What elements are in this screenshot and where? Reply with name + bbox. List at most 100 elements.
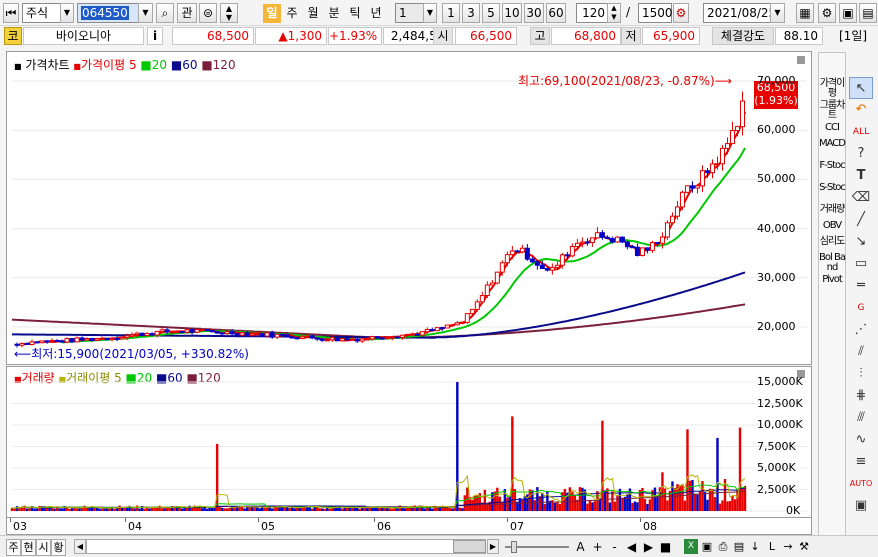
candle-body [149,333,155,336]
excel-icon[interactable]: X [684,539,698,554]
bottom-control[interactable]: - [607,539,622,556]
bottom-tab[interactable]: 현 [21,539,36,556]
indicator-item[interactable]: CCI [819,123,845,133]
indicator-item[interactable]: 가격이평 [819,79,846,99]
open-label: 시 [433,27,453,45]
text-icon[interactable]: T [849,165,873,187]
cursor-icon[interactable]: ↖ [849,77,873,99]
updown-spinner[interactable]: ▲ ▼ [220,3,238,23]
period-month[interactable]: 월 [304,4,322,23]
period-tick[interactable]: 틱 [346,4,364,23]
minute-5-button[interactable]: 5 [482,3,500,23]
count-spinner[interactable]: ▲ ▼ [607,3,621,23]
eraser-icon[interactable]: ⌫ [849,187,873,209]
info-button[interactable]: i [147,27,163,45]
indicator-item[interactable]: 그룹차트 [819,101,846,121]
print-icon[interactable]: ⎙ [716,539,730,554]
bottom-control[interactable]: ◀ [624,539,639,556]
horizontal-scrollbar[interactable] [86,539,486,554]
level-icon[interactable]: ≡ [849,451,873,473]
bottom-control[interactable]: ▶ [641,539,656,556]
refresh-icon[interactable]: ⊜ [199,3,217,23]
volume-bar [646,503,649,511]
save-icon[interactable]: ▣ [839,3,857,23]
cycle-icon[interactable]: ⋕ [849,385,873,407]
screen-icon[interactable]: ▤ [732,539,746,554]
settings-gear-icon[interactable]: ⚙ [673,3,689,23]
period-minute[interactable]: 분 [325,4,343,23]
candle-body [684,185,690,193]
minute-3-button[interactable]: 3 [462,3,480,23]
window-icon[interactable]: ▣ [849,495,873,517]
fibonacci-icon[interactable]: ⫶ [849,363,873,385]
date-dropdown-icon[interactable]: ▼ [770,3,785,23]
candle-body [104,337,110,341]
volume-bar [423,508,426,511]
bottom-control[interactable]: A [573,539,588,556]
code-dropdown-icon[interactable]: ▼ [138,3,153,23]
bottom-control[interactable]: + [590,539,605,556]
left-end-icon[interactable]: L [765,539,779,554]
layout-icon[interactable]: ▤ [859,3,877,23]
help-icon[interactable]: ? [849,143,873,165]
bottom-tab[interactable]: 주 [6,539,21,556]
indicator-item[interactable]: OBV [819,221,845,231]
channel-icon[interactable]: ⫽ [849,341,873,363]
indicator-item[interactable]: MACD [819,139,846,149]
search-icon[interactable]: ⌕ [156,3,174,23]
indicator-item[interactable]: F-Stoc [819,161,845,171]
candle-body [639,247,645,257]
volume-bar [556,501,559,511]
candle-body [709,163,715,174]
scroll-left-icon[interactable]: ◀ [74,539,86,554]
fan-icon[interactable]: ⋰ [849,319,873,341]
minute-dropdown-icon[interactable]: ▼ [423,3,437,23]
minute-10-button[interactable]: 10 [502,3,522,23]
line-icon[interactable]: ╱ [849,209,873,231]
undo-icon[interactable]: ↶ [849,99,873,121]
volume-bar [538,496,542,511]
indicator-item[interactable]: Bol Band [819,253,846,273]
indicator-item[interactable]: S-Stoc [819,183,846,193]
auto-icon[interactable]: AUTO [849,473,873,495]
volume-bar [341,508,344,511]
gann-icon[interactable]: G [849,297,873,319]
bottom-tab[interactable]: 황 [51,539,66,556]
grid-icon[interactable]: ⫻ [849,407,873,429]
gear-icon[interactable]: ⚙ [818,3,836,23]
count-input[interactable]: 120 [576,3,608,23]
minute-60-button[interactable]: 60 [546,3,566,23]
period-week[interactable]: 주 [283,4,301,23]
down-icon[interactable]: ↓ [748,539,762,554]
minute-30-button[interactable]: 30 [524,3,544,23]
save-chart-icon[interactable]: ▣ [700,539,714,554]
trend-icon[interactable]: ↘ [849,231,873,253]
bottom-tab[interactable]: 시 [36,539,51,556]
total-input[interactable]: 1500 [638,3,673,23]
wave-icon[interactable]: ∿ [849,429,873,451]
scroll-right-icon[interactable]: ▶ [487,539,499,554]
hline-icon[interactable]: ═ [849,275,873,297]
volume-bar [270,508,274,511]
period-year[interactable]: 년 [367,4,385,23]
calculator-icon[interactable]: ▦ [796,3,814,23]
rectangle-icon[interactable]: ▭ [849,253,873,275]
kwan-button[interactable]: 관 [177,3,197,23]
volume-bar [68,508,71,511]
chevron-down-icon[interactable]: ▼ [60,3,74,23]
period-day[interactable]: 일 [263,4,281,23]
tools-icon[interactable]: ⚒ [797,539,811,554]
indicator-item[interactable]: 거래량 [819,205,846,215]
all-delete-icon[interactable]: ALL [849,121,873,143]
indicator-item[interactable]: Pivot [819,275,845,285]
bottom-control[interactable]: ■ [658,539,673,556]
volume-bar [263,507,266,511]
minute-1-button[interactable]: 1 [442,3,460,23]
candle-body [434,327,440,332]
prev-icon[interactable]: ⏮ [3,3,19,23]
zoom-slider[interactable] [505,539,569,554]
indicator-item[interactable]: 심리도 [819,237,846,247]
candle-body [279,333,285,336]
scroll-thumb[interactable] [453,540,486,553]
right-icon[interactable]: → [781,539,795,554]
